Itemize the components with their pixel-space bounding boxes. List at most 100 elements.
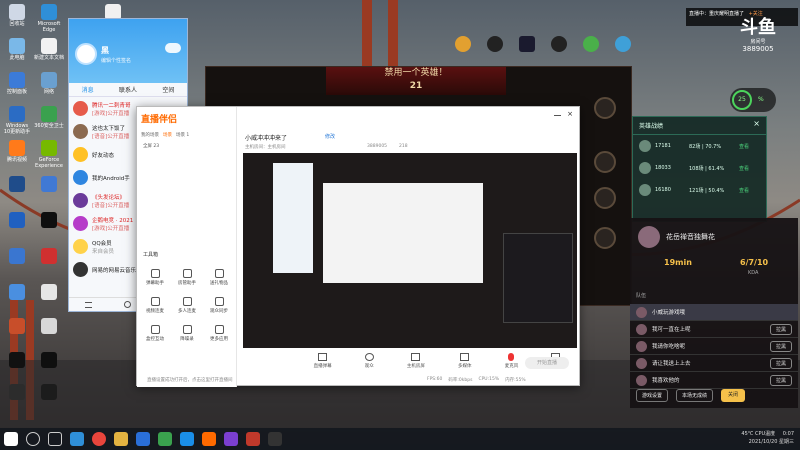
avatar xyxy=(73,101,88,116)
avatar xyxy=(636,374,647,386)
team-section-title: 队伍 xyxy=(636,293,647,299)
desktop-icon-recycle-bin[interactable]: 回收站 xyxy=(2,4,32,27)
tool-danmu[interactable]: 弹幕助手 xyxy=(141,269,169,286)
desktop-icon-app[interactable] xyxy=(448,36,478,53)
app-taskbar-icon[interactable] xyxy=(202,432,216,446)
tab-contacts[interactable]: 联系人 xyxy=(119,85,137,94)
ban-slot[interactable] xyxy=(594,227,616,249)
menu-icon[interactable] xyxy=(85,301,92,308)
tool-multi-link[interactable]: 多人连麦 xyxy=(173,297,201,314)
app-taskbar-icon[interactable] xyxy=(180,432,194,446)
app-taskbar-icon[interactable] xyxy=(136,432,150,446)
app-taskbar-icon[interactable] xyxy=(224,432,238,446)
windows-start-icon[interactable] xyxy=(4,432,18,446)
desktop-icon-360[interactable]: 360安全卫士 xyxy=(34,106,64,129)
tool-audience-sync[interactable]: 观众同步 xyxy=(205,297,233,314)
desktop-icon-app[interactable] xyxy=(608,36,638,53)
desktop-icon-misc[interactable] xyxy=(34,352,64,369)
desktop-icon-misc[interactable] xyxy=(34,212,64,229)
desktop-icon-misc[interactable] xyxy=(34,318,64,335)
search-icon[interactable] xyxy=(26,432,40,446)
room-meta: 主机房间：主机房间 xyxy=(245,145,286,150)
desktop-icon-control-panel[interactable]: 控制面板 xyxy=(2,72,32,95)
tool-box[interactable]: 盒控互动 xyxy=(141,325,169,342)
tool-admin[interactable]: 房管助手 xyxy=(173,269,201,286)
block-button[interactable]: 拉黑 xyxy=(769,357,792,369)
team-row: 我可一直在上呢 拉黑 xyxy=(630,321,798,338)
window-controls: × xyxy=(554,111,573,118)
desktop-icon-misc[interactable] xyxy=(2,352,32,369)
taskview-icon[interactable] xyxy=(48,432,62,446)
desktop-icon-misc[interactable] xyxy=(34,284,64,301)
app-taskbar-icon[interactable] xyxy=(158,432,172,446)
tool-audience-button[interactable]: 观众 xyxy=(364,351,374,381)
desktop-icon-misc[interactable] xyxy=(2,318,32,335)
tool-danmu-button[interactable]: 直播弹幕 xyxy=(314,351,332,381)
tab-scene-1[interactable]: 场景 1 xyxy=(176,132,189,138)
close-icon[interactable]: × xyxy=(567,111,573,118)
block-button[interactable]: 拉黑 xyxy=(769,374,792,386)
game-settings-button[interactable]: 游戏设置 xyxy=(636,389,669,402)
app-taskbar-icon[interactable] xyxy=(246,432,260,446)
desktop-icon-misc[interactable] xyxy=(34,248,64,265)
live-studio-window: 直播伴侣 我的场景 场景 场景 1 全屏 23 工具箱 弹幕助手 房管助手 送礼… xyxy=(136,106,580,387)
room-edit-link[interactable]: 修改 xyxy=(325,133,335,140)
team-row: 我请你吃啥呢 拉黑 xyxy=(630,338,798,355)
settings-icon[interactable] xyxy=(124,301,131,308)
desktop-icon-misc[interactable] xyxy=(34,176,64,193)
block-button[interactable]: 拉黑 xyxy=(769,340,792,352)
qq-signature[interactable]: 编辑个性签名 xyxy=(101,57,131,64)
avatar xyxy=(73,262,88,277)
edge-taskbar-icon[interactable] xyxy=(70,432,84,446)
tab-scene-my[interactable]: 我的场景 xyxy=(141,132,159,138)
tool-gift[interactable]: 送礼物品 xyxy=(205,269,233,286)
hero-stats-panel: 英雄战绩 × 17181 82场 | 70.7% 查看 18033 108场 |… xyxy=(632,116,767,222)
close-icon[interactable]: × xyxy=(753,119,760,128)
avatar xyxy=(73,193,88,208)
tab-messages[interactable]: 消息 xyxy=(82,85,94,94)
qq-header: 黑 编辑个性签名 xyxy=(69,19,187,83)
desktop-icon-app[interactable] xyxy=(512,36,542,53)
stream-preview[interactable] xyxy=(243,153,577,348)
ban-slot[interactable] xyxy=(594,97,616,119)
desktop-icon-network[interactable]: 网络 xyxy=(34,72,64,95)
desktop-icon-win10-update[interactable]: Windows 10更新助手 xyxy=(2,106,32,135)
ban-slot[interactable] xyxy=(594,187,616,209)
desktop-icon-app[interactable] xyxy=(480,36,510,53)
hero-avatar xyxy=(639,162,651,174)
desktop-icon-app[interactable] xyxy=(576,36,606,53)
desktop-icon-misc[interactable] xyxy=(2,248,32,265)
tool-more[interactable]: 更多应用 xyxy=(205,325,233,342)
avatar xyxy=(636,340,647,352)
team-row: 我喜欢他的 拉黑 xyxy=(630,372,798,389)
tool-screen-button[interactable]: 主机房屏 xyxy=(407,351,425,381)
desktop-icon-misc[interactable] xyxy=(2,384,32,401)
nested-panel xyxy=(503,233,573,323)
desktop-icon-this-pc[interactable]: 此电脑 xyxy=(2,38,32,61)
desktop-icon-misc[interactable] xyxy=(34,384,64,401)
desktop-icon-misc[interactable] xyxy=(2,284,32,301)
desktop-icon-geforce[interactable]: GeForce Experience xyxy=(34,140,64,169)
chrome-taskbar-icon[interactable] xyxy=(92,432,106,446)
close-button[interactable]: 关闭 xyxy=(721,389,746,402)
avatar[interactable] xyxy=(75,43,97,65)
folder-taskbar-icon[interactable] xyxy=(114,432,128,446)
toolbox-title: 工具箱 xyxy=(143,252,159,258)
desktop-icon-text-doc[interactable]: 新建文本文档 xyxy=(34,38,64,61)
desktop-icon-tencent-video[interactable]: 腾讯视频 xyxy=(2,140,32,163)
start-live-button[interactable]: 开始直播 xyxy=(525,357,569,369)
desktop-icon-misc[interactable] xyxy=(2,176,32,193)
scene-item[interactable]: 全屏 23 xyxy=(137,140,236,152)
desktop-icon-edge[interactable]: Microsoft Edge xyxy=(34,4,64,33)
desktop-icon-misc[interactable] xyxy=(2,212,32,229)
minimize-icon[interactable] xyxy=(554,115,562,116)
block-button[interactable]: 拉黑 xyxy=(769,323,792,335)
ban-slot[interactable] xyxy=(594,151,616,173)
desktop-icon-qq[interactable] xyxy=(544,36,574,53)
tool-denoise[interactable]: 降噪录 xyxy=(173,325,201,342)
app-taskbar-icon[interactable] xyxy=(268,432,282,446)
tool-video-link[interactable]: 视频连麦 xyxy=(141,297,169,314)
no-record-button[interactable]: 本场无成绩 xyxy=(676,389,714,402)
tab-zone[interactable]: 空间 xyxy=(162,85,174,94)
tab-scene[interactable]: 场景 xyxy=(163,132,172,138)
